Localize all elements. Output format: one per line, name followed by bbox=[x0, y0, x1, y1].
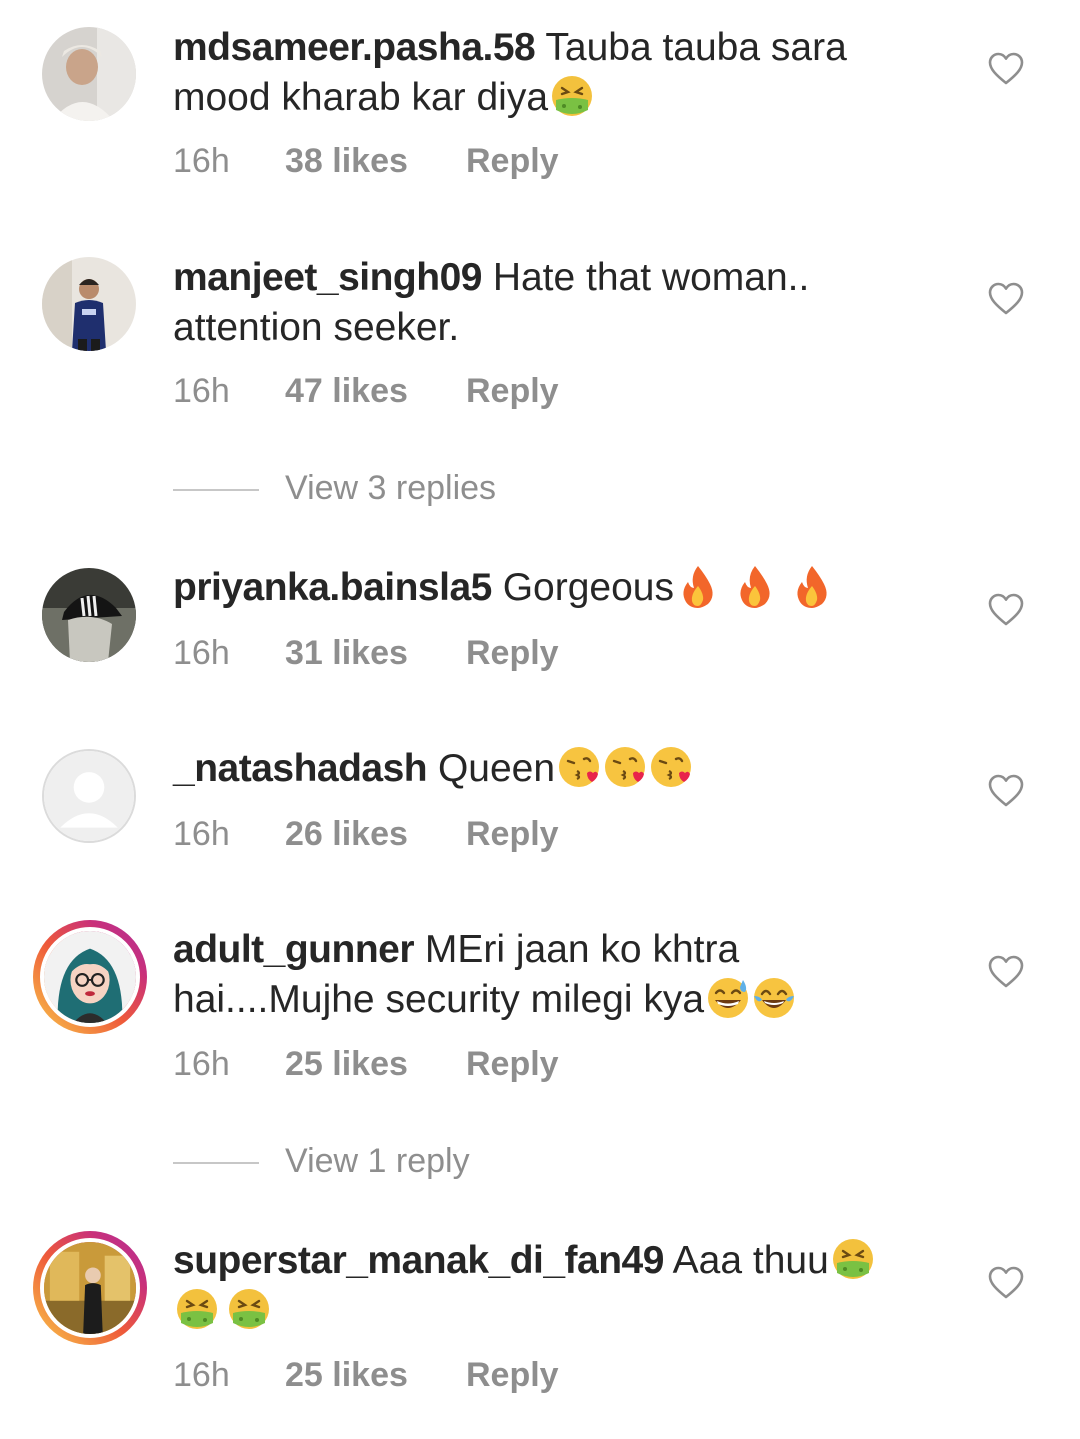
fire-icon bbox=[733, 564, 777, 608]
avatar bbox=[40, 927, 140, 1027]
comment-meta: 16h 25 likes Reply bbox=[173, 1355, 559, 1395]
comment-username[interactable]: mdsameer.pasha.58 bbox=[173, 26, 536, 69]
grinning-face-with-sweat-icon bbox=[706, 976, 750, 1020]
comment-username[interactable]: superstar_manak_di_fan49 bbox=[173, 1239, 664, 1282]
comment-likes[interactable]: 47 likes bbox=[285, 371, 466, 411]
avatar-story-ring[interactable] bbox=[33, 920, 147, 1034]
view-replies-button[interactable]: View 3 replies bbox=[173, 468, 496, 508]
comment-text: mdsameer.pasha.58 Tauba tauba sara mood … bbox=[173, 23, 933, 123]
heart-outline-icon[interactable] bbox=[988, 955, 1024, 989]
heart-outline-icon[interactable] bbox=[988, 1266, 1024, 1300]
reply-button[interactable]: Reply bbox=[466, 814, 559, 854]
reply-button[interactable]: Reply bbox=[466, 1355, 559, 1395]
comment-username[interactable]: priyanka.bainsla5 bbox=[173, 566, 492, 609]
comment-meta: 16h 47 likes Reply bbox=[173, 371, 559, 411]
comment-body: Queen bbox=[437, 747, 556, 790]
avatar[interactable] bbox=[42, 568, 136, 662]
reply-button[interactable]: Reply bbox=[466, 141, 559, 181]
avatar bbox=[40, 1238, 140, 1338]
comment-body: Gorgeous bbox=[502, 566, 674, 609]
reply-button[interactable]: Reply bbox=[466, 633, 559, 673]
face-blowing-kiss-icon bbox=[649, 745, 693, 789]
comment-meta: 16h 38 likes Reply bbox=[173, 141, 559, 181]
comment-username[interactable]: adult_gunner bbox=[173, 928, 415, 971]
avatar-story-ring[interactable] bbox=[33, 1231, 147, 1345]
comment-likes[interactable]: 38 likes bbox=[285, 141, 466, 181]
face-blowing-kiss-icon bbox=[603, 745, 647, 789]
fire-icon bbox=[790, 564, 834, 608]
reply-button[interactable]: Reply bbox=[466, 371, 559, 411]
nauseated-face-icon bbox=[175, 1287, 219, 1331]
face-with-tears-of-joy-icon bbox=[752, 976, 796, 1020]
fire-icon bbox=[676, 564, 720, 608]
reply-button[interactable]: Reply bbox=[466, 1044, 559, 1084]
comment-likes[interactable]: 31 likes bbox=[285, 633, 466, 673]
nauseated-face-icon bbox=[550, 74, 594, 118]
comment-text: priyanka.bainsla5 Gorgeous bbox=[173, 563, 933, 613]
comment-username[interactable]: manjeet_singh09 bbox=[173, 256, 482, 299]
comment-meta: 16h 31 likes Reply bbox=[173, 633, 559, 673]
comment-text: adult_gunner MEri jaan ko khtra hai....M… bbox=[173, 925, 933, 1025]
heart-outline-icon[interactable] bbox=[988, 282, 1024, 316]
view-replies-button[interactable]: View 1 reply bbox=[173, 1141, 470, 1181]
comment-time: 16h bbox=[173, 372, 230, 410]
comment-meta: 16h 26 likes Reply bbox=[173, 814, 559, 854]
comment-likes[interactable]: 26 likes bbox=[285, 814, 466, 854]
replies-divider bbox=[173, 1162, 259, 1165]
comment-time: 16h bbox=[173, 634, 230, 672]
nauseated-face-icon bbox=[831, 1237, 875, 1281]
comment-text: superstar_manak_di_fan49 Aaa thuu bbox=[173, 1236, 933, 1336]
replies-divider bbox=[173, 489, 259, 492]
comment-body: Aaa thuu bbox=[672, 1239, 829, 1282]
comment-text: _natashadash Queen bbox=[173, 744, 933, 794]
comment-time: 16h bbox=[173, 1356, 230, 1394]
nauseated-face-icon bbox=[227, 1287, 271, 1331]
heart-outline-icon[interactable] bbox=[988, 774, 1024, 808]
comment-likes[interactable]: 25 likes bbox=[285, 1044, 466, 1084]
comment-username[interactable]: _natashadash bbox=[173, 747, 428, 790]
comment-meta: 16h 25 likes Reply bbox=[173, 1044, 559, 1084]
comment-time: 16h bbox=[173, 1045, 230, 1083]
comment-text: manjeet_singh09 Hate that woman.. attent… bbox=[173, 253, 933, 353]
avatar[interactable] bbox=[42, 27, 136, 121]
comment-time: 16h bbox=[173, 815, 230, 853]
heart-outline-icon[interactable] bbox=[988, 52, 1024, 86]
view-replies-label: View 3 replies bbox=[285, 469, 497, 507]
heart-outline-icon[interactable] bbox=[988, 593, 1024, 627]
avatar[interactable] bbox=[42, 257, 136, 351]
comment-time: 16h bbox=[173, 142, 230, 180]
comment-likes[interactable]: 25 likes bbox=[285, 1355, 466, 1395]
face-blowing-kiss-icon bbox=[557, 745, 601, 789]
view-replies-label: View 1 reply bbox=[285, 1142, 470, 1180]
default-avatar-icon[interactable] bbox=[42, 749, 136, 843]
